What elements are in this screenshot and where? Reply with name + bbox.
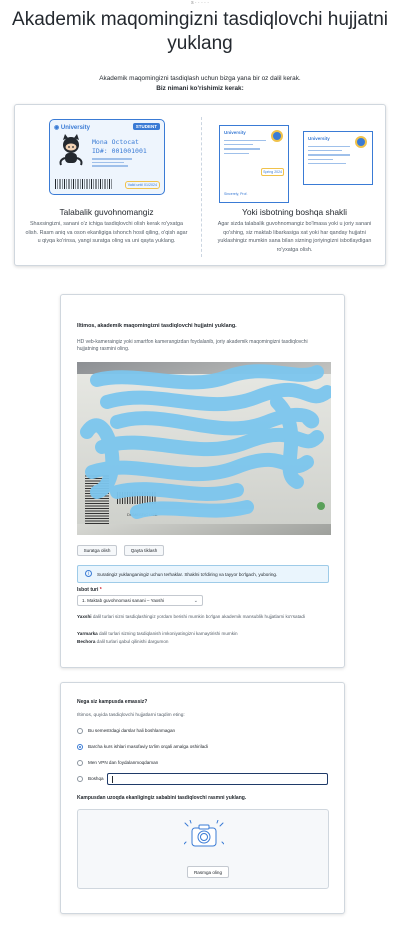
letter-signature: Sincerely, Prof.	[224, 192, 248, 196]
retake-photo-button[interactable]: Qayta tiklash	[124, 545, 164, 556]
id-card-name: Mona Octocat	[92, 138, 139, 146]
student-id-illustration: ◉ University STUDENT Mona Octocat ID#: 0…	[19, 115, 194, 205]
alert-text: Suratingiz yuklanganingiz uchun terhakla…	[97, 572, 278, 577]
upload-success-alert: i Suratingiz yuklanganingiz uchun terhak…	[77, 565, 329, 583]
top-breadcrumb: s · · · · ·	[191, 0, 209, 6]
captured-photo-preview: DOMESTIC USE	[77, 362, 331, 535]
radio-label: Barcha kurs ishlari masofaviy ta'lim orq…	[88, 744, 208, 749]
student-id-card-graphic: ◉ University STUDENT Mona Octocat ID#: 0…	[49, 119, 165, 195]
letter-document-graphic: University Spring 2024 Sincerely, Prof.	[219, 125, 289, 203]
radio-button[interactable]	[77, 776, 83, 782]
info-icon: i	[85, 570, 92, 577]
off-campus-title: Nega siz kampusda emassiz?	[77, 699, 148, 705]
documents-illustration: University Spring 2024 Sincerely, Prof. …	[207, 115, 382, 205]
student-id-title: Talabalik guvohnomangiz	[59, 207, 154, 217]
barcode-icon	[55, 179, 113, 189]
radio-label: Men VPN dan foydalanmoqdaman	[88, 760, 159, 765]
radio-button-selected[interactable]	[77, 744, 83, 750]
student-id-description: Shaxsingizni, sanani o'z ichiga tasdiqlo…	[25, 221, 188, 244]
chevron-down-icon: ⌄	[193, 598, 198, 604]
upload-hint: HD veb-kameraingiz yoki smartfon kameran…	[77, 339, 308, 352]
proof-types-card: ◉ University STUDENT Mona Octocat ID#: 0…	[14, 104, 386, 266]
radio-label: Bu semestrdagi darslar hali boshlanmagan	[88, 728, 176, 733]
text-caret	[112, 776, 113, 783]
photo-dropzone[interactable]: Rasmga oling	[77, 809, 329, 889]
student-id-column: ◉ University STUDENT Mona Octocat ID#: 0…	[19, 115, 194, 246]
id-card-student-badge: STUDENT	[132, 123, 160, 130]
id-card-number: ID#: 001001001	[92, 147, 147, 155]
proof-type-select[interactable]: 1. Maktab guvohnomasi sanani – Yaxshi ⌄	[77, 595, 203, 606]
other-reason-input[interactable]	[107, 773, 328, 785]
transcript-document-graphic: University	[303, 131, 373, 185]
subtitle-line-1: Akademik maqomingizni tasdiqlash uchun b…	[99, 75, 301, 82]
letter-term-tag: Spring 2024	[261, 168, 284, 176]
redaction-scribble	[80, 364, 331, 519]
page-subtitle: Akademik maqomingizni tasdiqlash uchun b…	[20, 74, 380, 94]
id-card-valid-until: Valid until 01/2024	[124, 181, 160, 189]
subtitle-line-2: Biz nimani ko'rishimiz kerak:	[156, 85, 244, 92]
transcript-text-lines	[308, 146, 350, 167]
document-upload-card: Iltimos, akademik maqomingizni tasdiqlov…	[60, 294, 345, 668]
proof-quality-poor: Bechora dalil turlari qabul qilinishi da…	[77, 639, 169, 644]
off-campus-upload-title: Kampusdan uzoqda ekanligingiz sababini t…	[77, 795, 247, 801]
off-campus-hint: Iltimos, quyida tasdiqlovchi hujjatlarni…	[77, 713, 185, 718]
octocat-icon	[56, 134, 86, 166]
other-proof-description: Agar sizda talabalik guvohnomangiz bo'lm…	[217, 221, 372, 253]
letter-text-lines	[224, 140, 266, 157]
letter-brand: University	[224, 130, 246, 135]
radio-button[interactable]	[77, 728, 83, 734]
seal-icon	[355, 136, 367, 148]
take-photo-button[interactable]: Rasmga oling	[187, 866, 229, 878]
proof-type-label: Isbot turi *	[77, 587, 102, 593]
off-campus-card: Nega siz kampusda emassiz? Iltimos, quyi…	[60, 682, 345, 914]
proof-quality-fair: Yarmarka dalil turlari sizning tasdiqlan…	[77, 631, 238, 636]
camera-icon	[184, 820, 224, 847]
proof-quality-good: Yaxshi dalil turlari sizni tasdiqlashing…	[77, 614, 305, 619]
proof-type-selected-value: 1. Maktab guvohnomasi sanani – Yaxshi	[82, 598, 165, 603]
radio-label: Boshqa	[88, 776, 104, 781]
upload-title: Iltimos, akademik maqomingizni tasdiqlov…	[77, 323, 237, 329]
capture-photo-button[interactable]: Suratga olish	[77, 545, 117, 556]
id-card-text-lines	[92, 158, 132, 169]
other-proof-column: University Spring 2024 Sincerely, Prof. …	[207, 115, 382, 254]
page-title: Akademik maqomingizni tasdiqlovchi hujja…	[12, 9, 388, 54]
transcript-brand: University	[308, 136, 330, 141]
other-proof-title: Yoki isbotning boshqa shakli	[242, 207, 347, 217]
id-card-brand: ◉ University	[54, 125, 90, 131]
column-divider	[201, 117, 202, 257]
seal-icon	[271, 130, 283, 142]
radio-button[interactable]	[77, 760, 83, 766]
